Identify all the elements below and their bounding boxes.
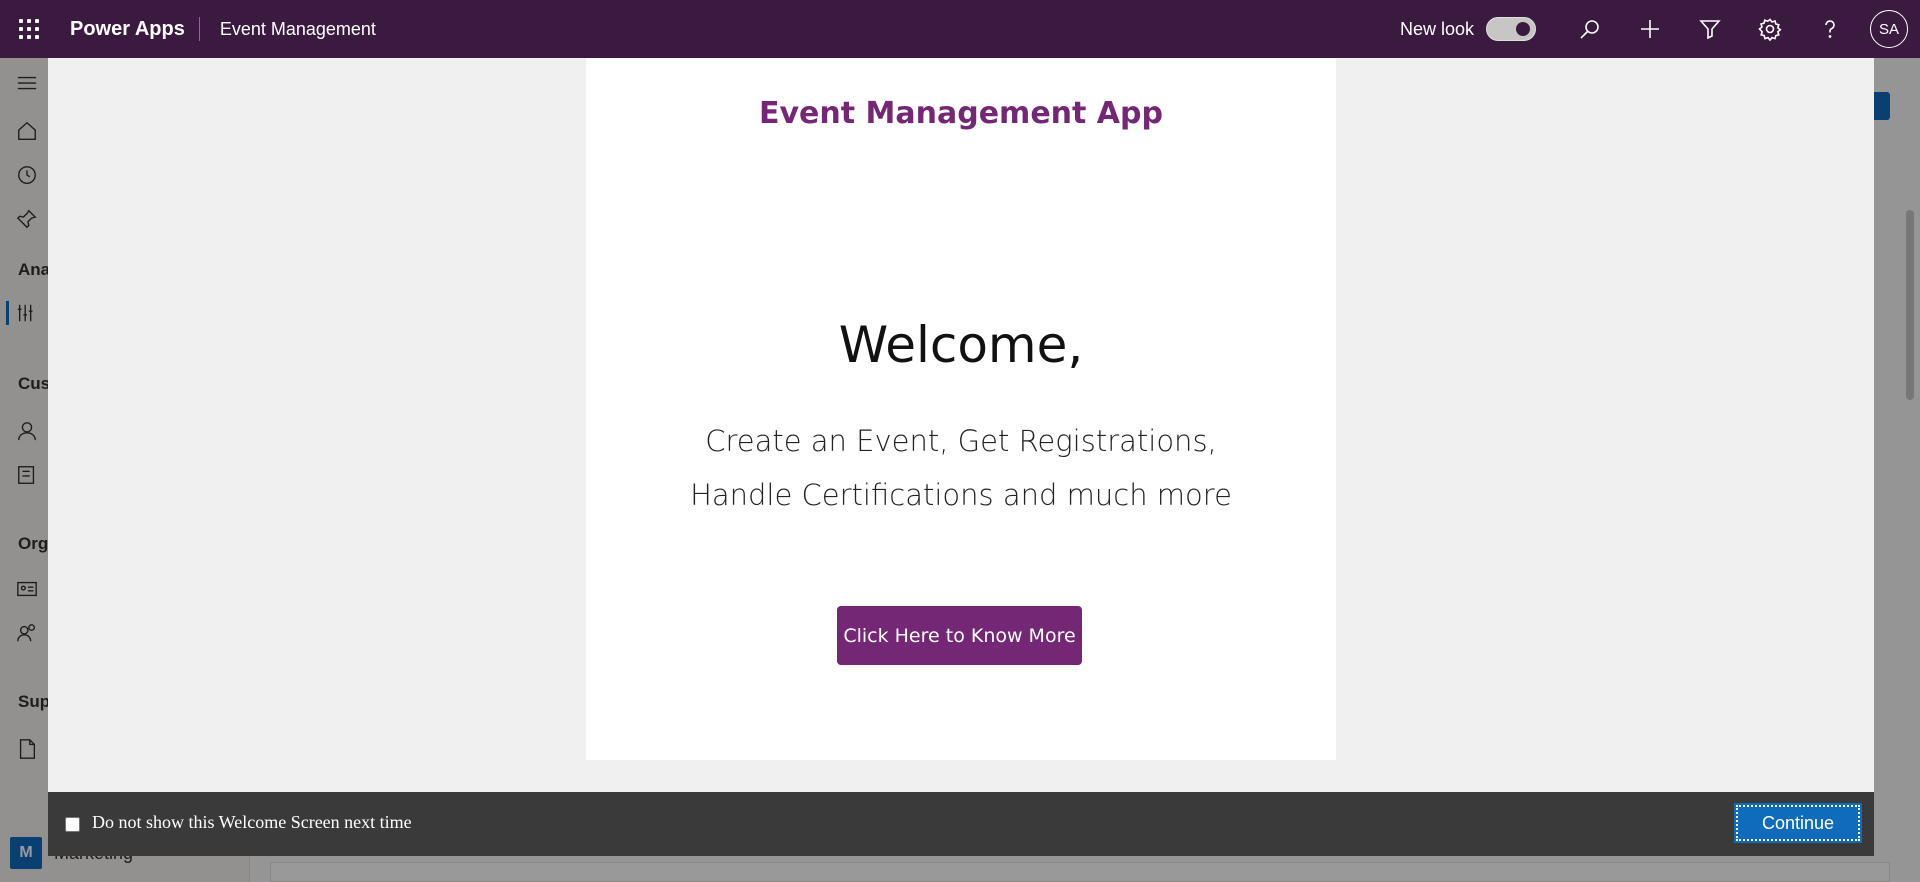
avatar[interactable]: SA bbox=[1870, 10, 1908, 48]
welcome-tagline: Create an Event, Get Registrations, Hand… bbox=[690, 424, 1232, 512]
do-not-show-checkbox[interactable] bbox=[65, 817, 80, 832]
app-name[interactable]: Event Management bbox=[200, 19, 376, 40]
app-launcher-button[interactable] bbox=[0, 0, 58, 58]
welcome-card: Event Management App Welcome, Create an … bbox=[586, 58, 1336, 760]
filter-icon[interactable] bbox=[1680, 0, 1740, 58]
new-look-toggle[interactable] bbox=[1486, 17, 1536, 41]
welcome-dialog: Event Management App Welcome, Create an … bbox=[48, 58, 1874, 856]
help-icon[interactable] bbox=[1800, 0, 1860, 58]
continue-button[interactable]: Continue bbox=[1734, 803, 1862, 843]
dialog-footer: Do not show this Welcome Screen next tim… bbox=[48, 792, 1874, 856]
header-actions: New look SA bbox=[1400, 0, 1920, 58]
search-icon[interactable] bbox=[1560, 0, 1620, 58]
top-app-bar: Power Apps Event Management New look SA bbox=[0, 0, 1920, 58]
brand-name[interactable]: Power Apps bbox=[58, 18, 199, 41]
gear-icon[interactable] bbox=[1740, 0, 1800, 58]
waffle-icon bbox=[19, 19, 39, 39]
add-icon[interactable] bbox=[1620, 0, 1680, 58]
new-look-label: New look bbox=[1399, 18, 1474, 39]
know-more-button[interactable]: Click Here to Know More bbox=[837, 606, 1082, 665]
welcome-heading: Welcome, bbox=[838, 316, 1084, 374]
app-title: Event Management App bbox=[759, 96, 1163, 131]
do-not-show-label[interactable]: Do not show this Welcome Screen next tim… bbox=[92, 812, 412, 833]
